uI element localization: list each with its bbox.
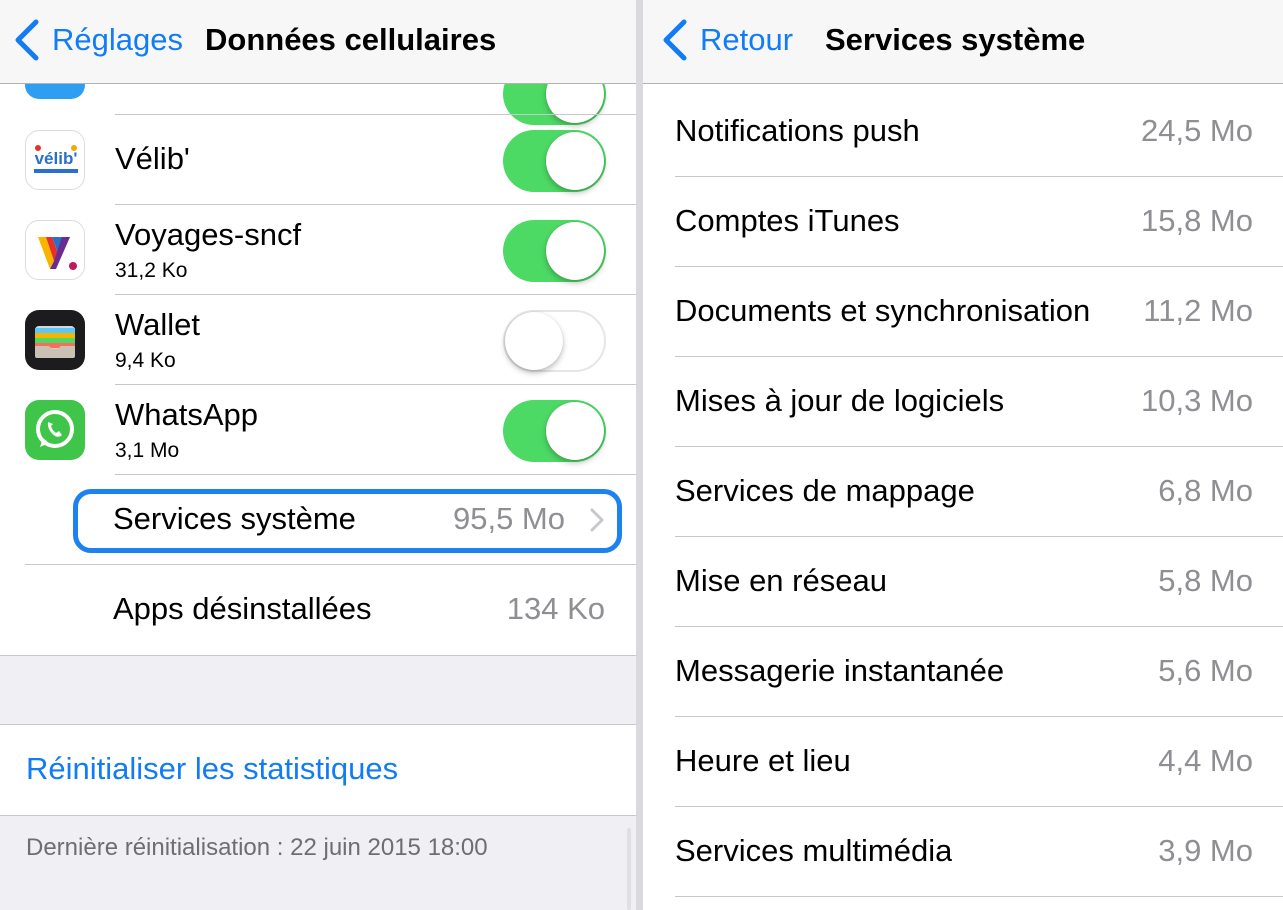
service-value: 3,9 Mo [1158,833,1253,868]
service-name: Notifications push [675,113,920,148]
service-value: 10,3 Mo [1140,383,1253,418]
list-item: Heure et lieu 4,4 Mo [643,717,1283,807]
app-data-usage: 31,2 Ko [115,259,188,282]
app-data-usage: 9,4 Ko [115,349,176,372]
service-name: Mises à jour de logiciels [675,383,1005,418]
chevron-right-icon [590,508,604,532]
service-name: Documents et synchronisation [675,293,1091,328]
list-item: Services de mappage 6,8 Mo [643,447,1283,537]
footer-group: Dernière réinitialisation : 22 juin 2015… [0,815,636,910]
uninstalled-apps-label: Apps désinstallées [113,591,372,626]
uninstalled-apps-value: 134 Ko [506,591,605,626]
app-name: Wallet [115,307,200,342]
velib-icon: vélib' [25,130,85,190]
voyages-sncf-icon [25,220,85,280]
back-button-label: Réglages [52,22,183,57]
service-name: Heure et lieu [675,743,851,778]
reset-statistics-row[interactable]: Réinitialiser les statistiques [0,725,636,815]
service-name: Services de mappage [675,473,975,508]
list-item: Mises à jour de logiciels 10,3 Mo [643,357,1283,447]
back-button[interactable]: Retour [660,12,793,68]
back-button[interactable]: Réglages [12,12,183,68]
list-item: Comptes iTunes 15,8 Mo [643,177,1283,267]
reset-statistics-button[interactable]: Réinitialiser les statistiques [26,751,398,787]
app-name: Voyages-sncf [115,217,302,252]
service-name: Services multimédia [675,833,953,868]
app-name: WhatsApp [115,397,259,432]
back-button-label: Retour [700,22,794,57]
service-value: 15,8 Mo [1140,203,1253,238]
panel-divider [636,0,643,910]
chevron-left-icon [663,19,687,61]
toggle-whatsapp[interactable] [503,400,606,462]
wallet-icon [25,310,85,370]
list-item: Services multimédia 3,9 Mo [643,807,1283,897]
system-services-row[interactable]: Services système 95,5 Mo [0,475,636,565]
cellular-data-screen: vélib' Vélib' Voyages-sncf 31,2 Ko Walle… [0,0,636,910]
group-spacer [0,655,636,725]
whatsapp-icon [25,400,85,460]
app-data-usage: 3,1 Mo [115,439,180,462]
velib-logo-text: vélib' [35,149,78,168]
nav-bar: Retour Services système [643,0,1283,84]
service-value: 6,8 Mo [1158,473,1253,508]
toggle-wallet[interactable] [503,310,606,372]
list-item: Documents et synchronisation 11,2 Mo [643,267,1283,357]
last-reset-text: Dernière réinitialisation : 22 juin 2015… [26,834,488,861]
page-title: Services système [825,22,1086,57]
page-title: Données cellulaires [205,22,497,57]
app-row-whatsapp: WhatsApp 3,1 Mo [0,385,636,475]
service-value: 5,6 Mo [1158,653,1253,688]
app-row-velib: vélib' Vélib' [0,115,636,205]
toggle-voyages-sncf[interactable] [503,220,606,282]
service-name: Messagerie instantanée [675,653,1005,688]
app-row-wallet: Wallet 9,4 Ko [0,295,636,385]
list-item: Mise en réseau 5,8 Mo [643,537,1283,627]
uninstalled-apps-row: Apps désinstallées 134 Ko [0,565,636,655]
service-value: 24,5 Mo [1140,113,1253,148]
chevron-left-icon [15,19,39,61]
service-value: 4,4 Mo [1158,743,1253,778]
app-row-voyages-sncf: Voyages-sncf 31,2 Ko [0,205,636,295]
list-item: Notifications push 24,5 Mo [643,87,1283,177]
toggle-velib[interactable] [503,130,606,192]
nav-bar: Réglages Données cellulaires [0,0,636,84]
system-services-screen: Notifications push 24,5 Mo Comptes iTune… [643,0,1283,910]
list-item: Messagerie instantanée 5,6 Mo [643,627,1283,717]
service-name: Comptes iTunes [675,203,900,238]
service-value: 11,2 Mo [1143,293,1253,328]
app-name: Vélib' [115,141,190,176]
service-name: Mise en réseau [675,563,887,598]
system-services-value: 95,5 Mo [452,501,565,536]
service-value: 5,8 Mo [1158,563,1253,598]
scrollbar[interactable] [627,828,631,910]
system-services-label: Services système [113,501,356,536]
